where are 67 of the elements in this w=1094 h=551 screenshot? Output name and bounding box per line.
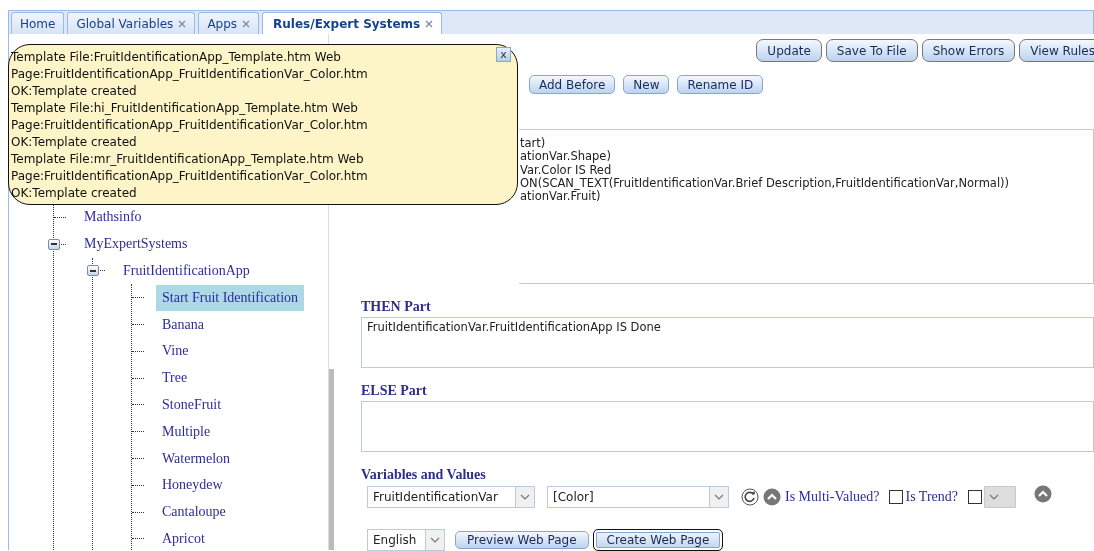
section-label: THEN Part (361, 298, 432, 315)
caret-icon[interactable] (520, 494, 530, 500)
tree-item[interactable]: MyExpertSystems (78, 231, 194, 258)
message-line: Page:FruitIdentificationApp_FruitIdentificationVar_Color.htm (11, 117, 368, 134)
value-select[interactable]: [Color] (547, 486, 729, 508)
message-line: OK:Template created (11, 83, 137, 100)
scrollbar-thumb[interactable] (329, 369, 334, 550)
else-part-field[interactable] (361, 401, 1094, 452)
edit-button[interactable]: New (623, 75, 670, 94)
section-label: Variables and Values (361, 466, 487, 483)
tree-item[interactable]: Vine (156, 338, 195, 365)
tree-item[interactable]: Apricot (156, 525, 211, 551)
rule-text-line: tart) (520, 137, 547, 150)
tree-item[interactable]: Banana (156, 311, 210, 338)
multi-valued-checkbox[interactable] (889, 490, 904, 504)
tab[interactable]: Global Variables (67, 12, 196, 34)
trend-checkbox[interactable] (968, 490, 982, 504)
language-select[interactable]: English (367, 529, 445, 551)
tab[interactable]: Rules/Expert Systems (262, 12, 443, 34)
message-line: Template File:hi_FruitIdentificationApp_Template.htm Web (11, 100, 358, 117)
tree-item[interactable]: Honeydew (156, 472, 229, 499)
tab[interactable]: Home (11, 12, 65, 34)
edit-button[interactable]: Rename ID (677, 75, 764, 94)
web-page-button[interactable]: Create Web Page (592, 529, 724, 551)
close-icon[interactable] (425, 19, 434, 28)
tree-item[interactable]: Tree (156, 365, 194, 392)
rule-text-line: ationVar.Shape) (520, 150, 612, 164)
rule-text-line: Var.Color IS Red (520, 163, 613, 177)
field-label: Is Multi-Valued? (785, 489, 880, 505)
rule-text-line: ationVar.Fruit) (520, 190, 601, 204)
variable-select[interactable]: FruitIdentificationVar (367, 486, 535, 508)
edit-button[interactable]: Add Before (529, 75, 616, 94)
message-line: Template File:FruitIdentificationApp_Template.htm Web (11, 49, 341, 66)
tree-item[interactable]: Multiple (156, 418, 217, 445)
refresh-icon[interactable] (741, 488, 759, 506)
rule-text-line: ON(SCAN_TEXT(FruitIdentificationVar.Brief Description,FruitIdentificationVar,Normal)) (520, 176, 1011, 191)
collapse-icon[interactable] (48, 238, 60, 250)
tree-item[interactable]: Watermelon (156, 445, 237, 472)
tree-item[interactable]: Mathsinfo (78, 204, 148, 231)
close-icon[interactable] (178, 19, 187, 28)
message-line: Page:FruitIdentificationApp_FruitIdentificationVar_Color.htm (11, 168, 368, 185)
message-line: Template File:mr_FruitIdentificationApp_Template.htm Web (11, 151, 364, 168)
collapse-icon[interactable] (87, 265, 99, 277)
close-icon[interactable] (242, 19, 251, 28)
tree-item[interactable]: Start Fruit Identification (156, 284, 305, 311)
tree-item[interactable]: StoneFruit (156, 391, 228, 418)
rule-text-line: FruitIdentificationVar.FruitIdentificationApp IS Done (366, 319, 662, 336)
toolbar-button[interactable]: View Rules (1019, 39, 1094, 62)
section-label: ELSE Part (361, 382, 428, 399)
toolbar-button[interactable]: Show Errors (921, 39, 1016, 62)
message-line: Page:FruitIdentificationApp_FruitIdentificationVar_Color.htm (11, 66, 368, 83)
web-page-button[interactable]: Preview Web Page (455, 531, 589, 549)
caret-icon[interactable] (714, 494, 724, 500)
toolbar-button[interactable]: Update (756, 39, 822, 62)
tab[interactable]: Apps (198, 12, 260, 34)
message-line: OK:Template created (11, 185, 137, 202)
close-button[interactable]: x (496, 47, 511, 62)
then-part-field[interactable]: FruitIdentificationVar.FruitIdentificationApp IS Done (361, 317, 1094, 368)
collapse-up-icon[interactable] (1034, 485, 1052, 503)
if-part-field[interactable]: tart) ationVar.Shape) Var.Color IS Red ON(SCAN_TEXT(FruitIdentificationVar.Brief Description,FruitIdentificationVar,Normal)) ationVar.Fruit) (519, 129, 1094, 284)
toolbar-button[interactable]: Save To File (825, 39, 918, 62)
field-label: Is Trend? (905, 489, 958, 505)
tree-item[interactable]: Cantaloupe (156, 499, 232, 526)
caret-icon[interactable] (430, 537, 440, 543)
tree-item[interactable]: FruitIdentificationApp (117, 258, 256, 284)
message-line: OK:Template created (11, 134, 137, 151)
collapse-up-icon[interactable] (763, 488, 781, 506)
